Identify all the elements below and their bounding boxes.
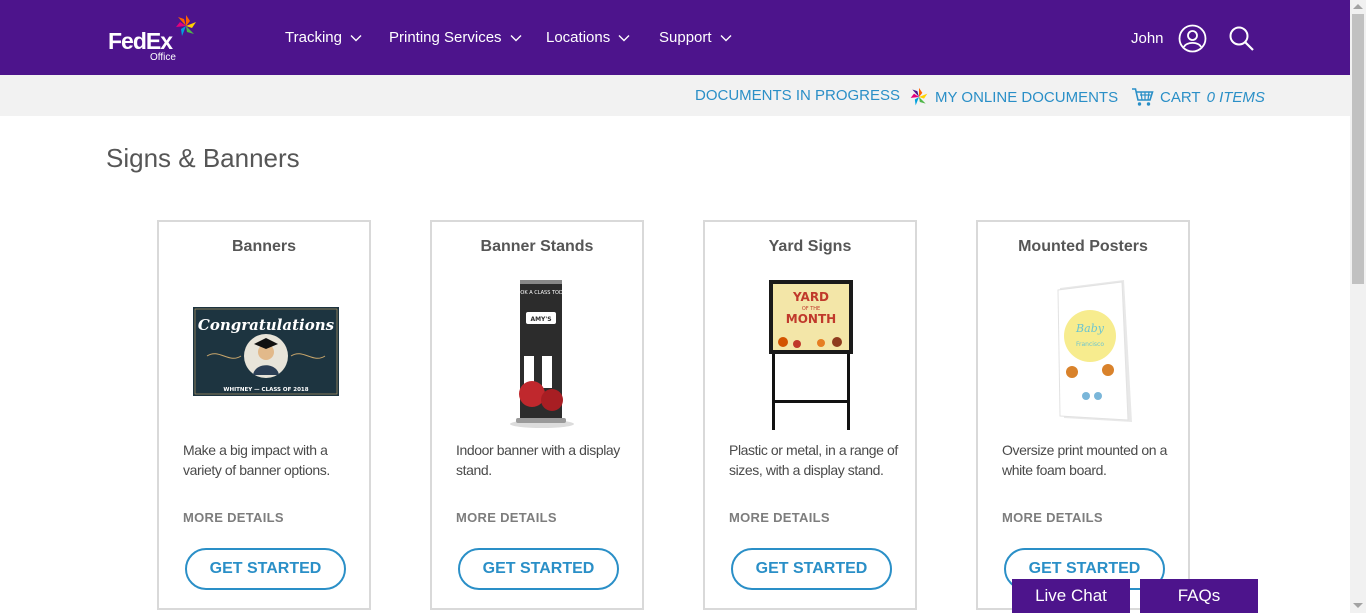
- stand-image-brand: AMY'S: [530, 316, 551, 323]
- pinwheel-icon: [910, 87, 928, 106]
- product-card-banner-stands: Banner Stands BOOK A CLASS TODAY AMY'S I…: [430, 220, 644, 610]
- stand-image-headline: BOOK A CLASS TODAY: [513, 290, 570, 296]
- banner-image-headline: Congratulations: [198, 316, 335, 334]
- product-card-yard-signs: Yard Signs YARD OF THE MONTH Plastic or …: [703, 220, 917, 610]
- logo-wordmark: FedEx: [108, 28, 173, 54]
- my-online-documents-link[interactable]: MY ONLINE DOCUMENTS: [909, 87, 1118, 107]
- chevron-down-icon: [510, 34, 522, 41]
- nav-tracking-label: Tracking: [285, 29, 342, 46]
- product-card-mounted-posters: Mounted Posters Baby Francisco Oversize …: [976, 220, 1190, 610]
- yard-sign-product-image[interactable]: YARD OF THE MONTH: [717, 274, 903, 434]
- logo-sub-label: Office: [150, 52, 176, 63]
- live-chat-button[interactable]: Live Chat: [1012, 579, 1130, 613]
- cart-icon: [1132, 88, 1154, 106]
- get-started-button[interactable]: GET STARTED: [185, 548, 346, 590]
- get-started-button[interactable]: GET STARTED: [458, 548, 619, 590]
- search-icon[interactable]: [1228, 25, 1255, 52]
- banner-image-caption: WHITNEY — CLASS OF 2018: [223, 387, 308, 393]
- more-details-link[interactable]: MORE DETAILS: [729, 510, 830, 525]
- banner-product-image[interactable]: Congratulations WHITNEY — CLASS OF 2018: [171, 274, 357, 434]
- more-details-link[interactable]: MORE DETAILS: [456, 510, 557, 525]
- cart-link[interactable]: CART 0 ITEMS: [1131, 87, 1265, 107]
- scroll-down-arrow-icon[interactable]: [1353, 603, 1363, 608]
- card-description: Indoor banner with a display stand.: [456, 442, 620, 478]
- poster-image-name: Francisco: [1076, 341, 1104, 348]
- more-details-link[interactable]: MORE DETAILS: [1002, 510, 1103, 525]
- card-title: Banners: [231, 238, 297, 255]
- scrollbar-thumb[interactable]: [1352, 14, 1364, 284]
- product-card-banners: Banners Congratulations WHITNEY — CLASS …: [157, 220, 371, 610]
- scroll-up-arrow-icon[interactable]: [1353, 4, 1363, 9]
- yard-sign-line-1: YARD: [792, 290, 829, 304]
- yard-sign-line-3: MONTH: [786, 312, 836, 326]
- card-title: Mounted Posters: [1018, 238, 1148, 255]
- page-title: Signs & Banners: [106, 143, 300, 173]
- nav-support[interactable]: Support: [659, 29, 732, 46]
- card-title: Banner Stands: [480, 238, 594, 255]
- chevron-down-icon: [350, 34, 362, 41]
- chevron-down-icon: [618, 34, 630, 41]
- logo-pinwheel-icon: [176, 15, 196, 36]
- poster-image-headline: Baby: [1075, 322, 1105, 335]
- card-description: Make a big impact with a variety of bann…: [183, 442, 330, 478]
- nav-tracking[interactable]: Tracking: [285, 29, 362, 46]
- nav-support-label: Support: [659, 29, 712, 46]
- get-started-button[interactable]: GET STARTED: [731, 548, 892, 590]
- cart-item-count: 0 ITEMS: [1206, 88, 1265, 106]
- my-online-documents-label: MY ONLINE DOCUMENTS: [935, 88, 1119, 106]
- nav-printing-services[interactable]: Printing Services: [389, 29, 522, 46]
- card-title: Yard Signs: [768, 238, 852, 255]
- nav-locations[interactable]: Locations: [546, 29, 630, 46]
- banner-stand-product-image[interactable]: BOOK A CLASS TODAY AMY'S: [444, 274, 630, 434]
- cart-label: CART: [1160, 88, 1201, 106]
- documents-in-progress-link[interactable]: DOCUMENTS IN PROGRESS: [695, 87, 900, 104]
- user-account-icon[interactable]: [1178, 24, 1207, 53]
- faqs-button[interactable]: FAQs: [1140, 579, 1258, 613]
- more-details-link[interactable]: MORE DETAILS: [183, 510, 284, 525]
- mounted-poster-product-image[interactable]: Baby Francisco: [990, 274, 1176, 434]
- card-description: Oversize print mounted on a white foam b…: [1002, 442, 1168, 478]
- nav-locations-label: Locations: [546, 29, 611, 46]
- card-description: Plastic or metal, in a range of sizes, w…: [729, 442, 898, 478]
- top-nav-bar: FedEx Office Tracking Printing Services …: [0, 0, 1350, 75]
- nav-printing-services-label: Printing Services: [389, 29, 502, 46]
- user-name[interactable]: John: [1131, 30, 1164, 47]
- documents-in-progress-label: DOCUMENTS IN PROGRESS: [695, 87, 901, 104]
- fedex-office-logo[interactable]: FedEx Office: [108, 14, 200, 64]
- chevron-down-icon: [720, 34, 732, 41]
